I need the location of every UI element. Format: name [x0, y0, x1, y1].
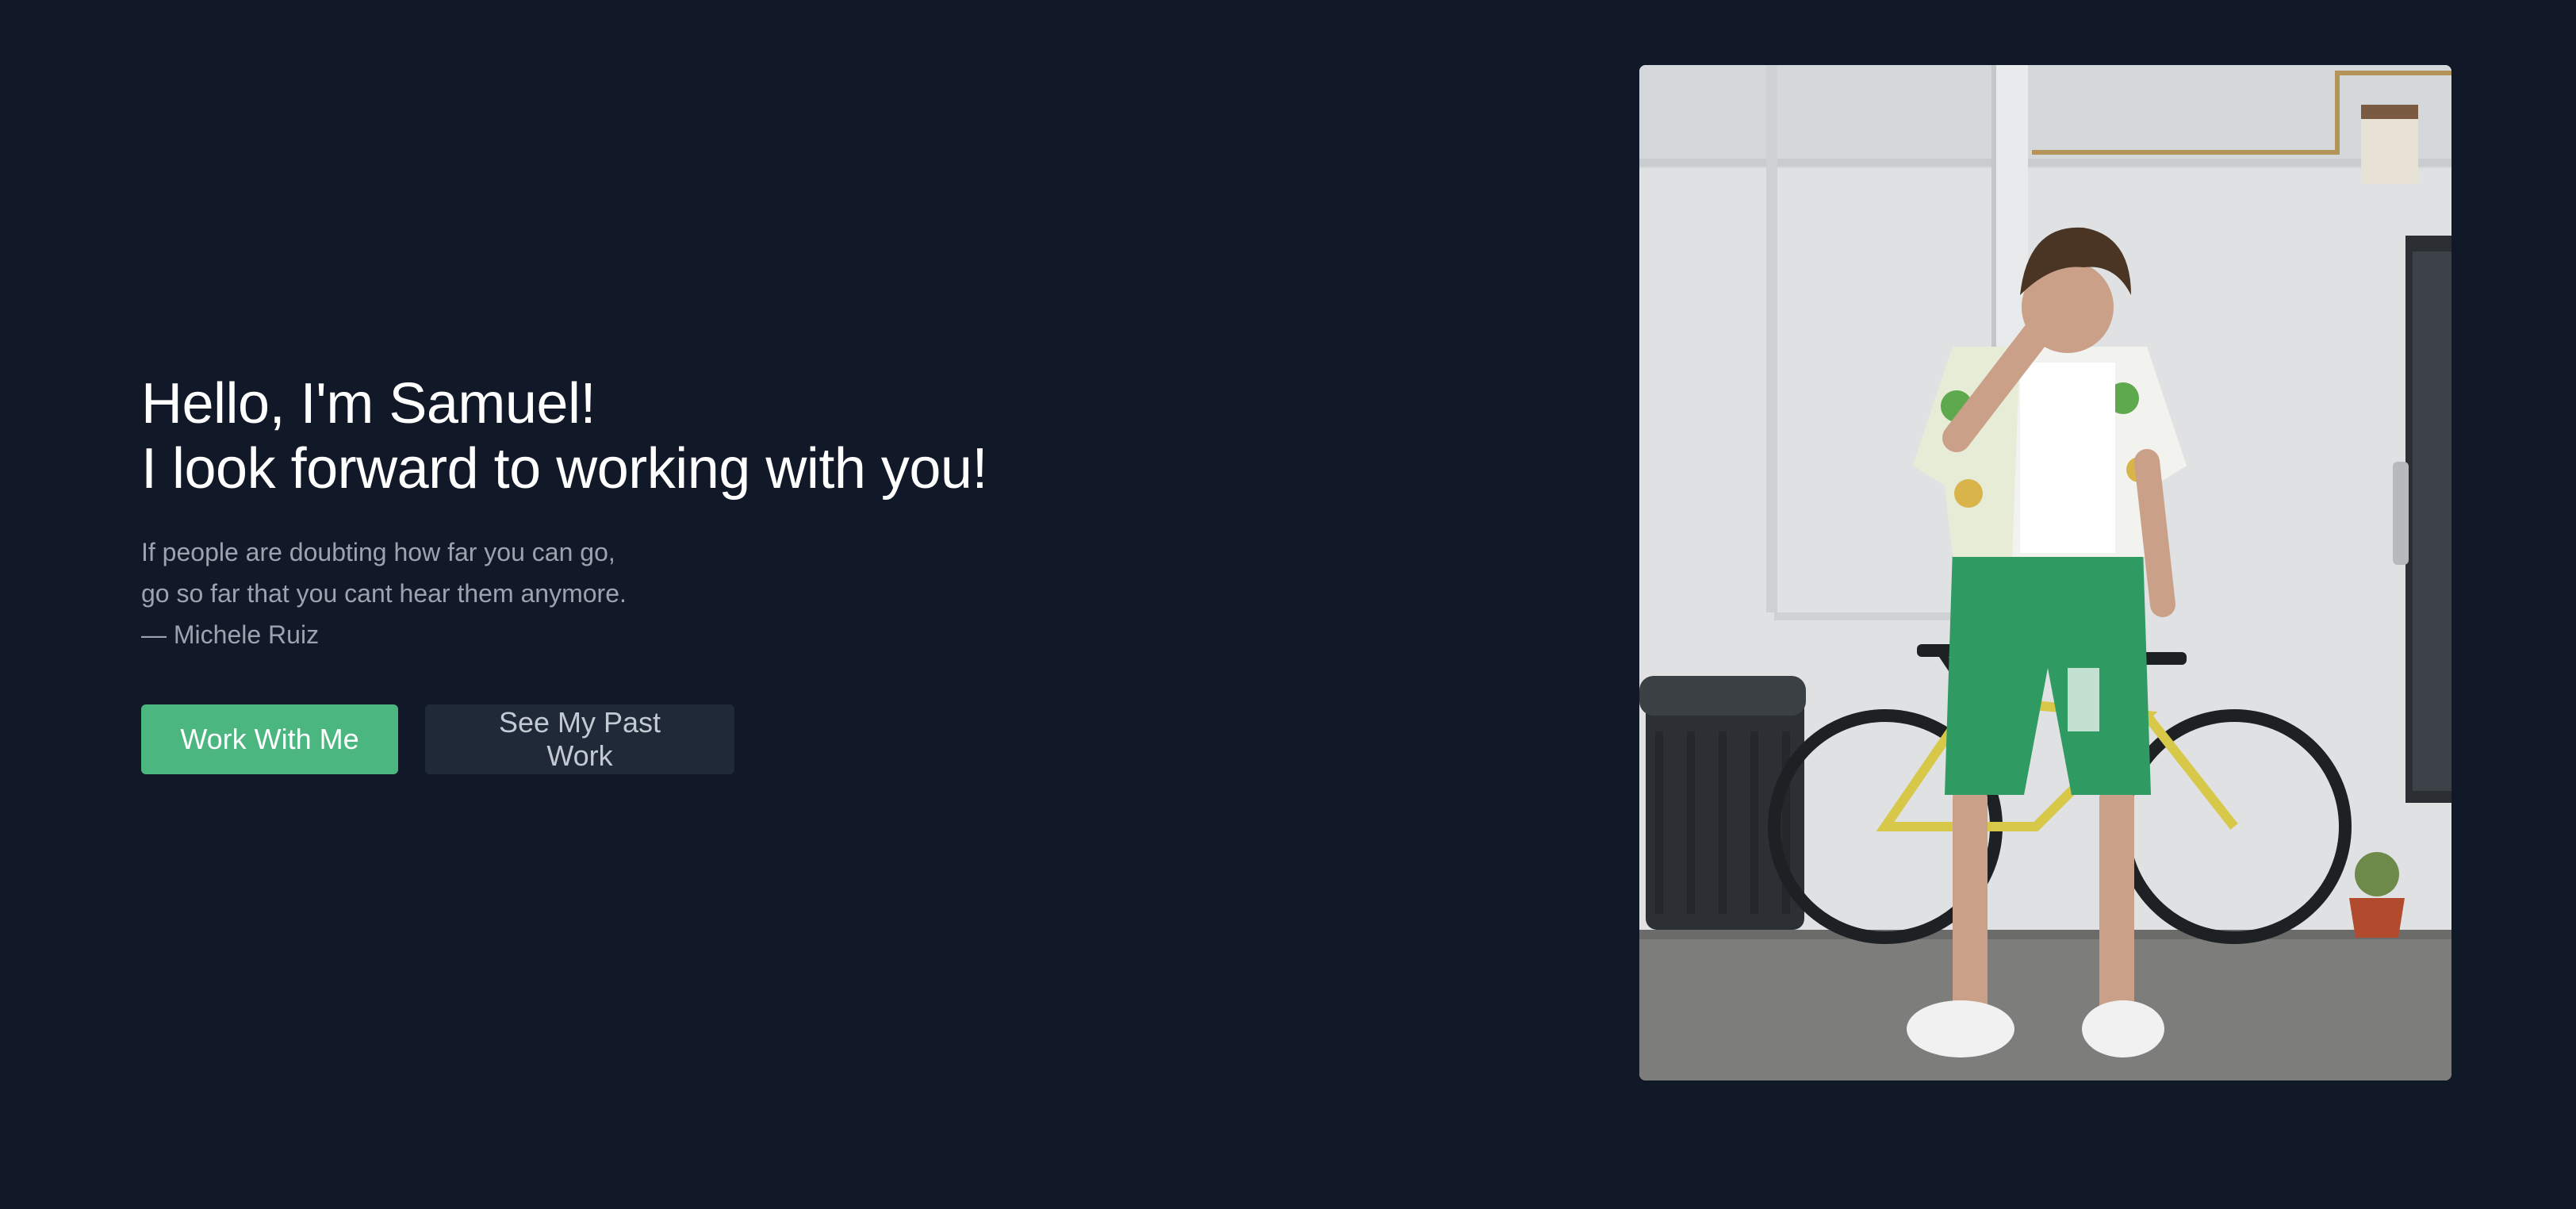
profile-photo-illustration — [1639, 65, 2451, 1080]
hero-quote: If people are doubting how far you can g… — [141, 532, 1093, 655]
see-past-work-button[interactable]: See My Past Work — [425, 704, 734, 774]
quote-author: — Michele Ruiz — [141, 620, 320, 649]
page: Hello, I'm Samuel! I look forward to wor… — [0, 0, 2576, 1209]
hero-greeting: Hello, I'm Samuel! — [141, 372, 596, 436]
quote-line-2: go so far that you cant hear them anymor… — [141, 579, 627, 608]
hero-tagline: I look forward to working with you! — [141, 437, 987, 501]
quote-line-1: If people are doubting how far you can g… — [141, 538, 615, 566]
hero-headline: Hello, I'm Samuel! I look forward to wor… — [141, 371, 1093, 501]
profile-photo — [1639, 65, 2451, 1080]
hero-actions: Work With Me See My Past Work — [141, 704, 1093, 774]
hero-intro: Hello, I'm Samuel! I look forward to wor… — [141, 371, 1093, 774]
work-with-me-button[interactable]: Work With Me — [141, 704, 398, 774]
